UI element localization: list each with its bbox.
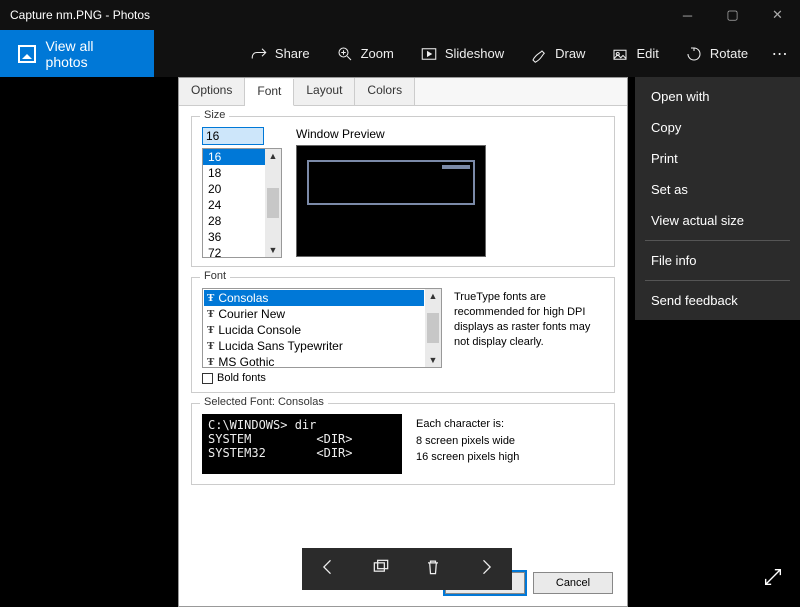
menu-file-info[interactable]: File info [635,245,800,276]
list-item[interactable]: ŦConsolas [204,290,424,306]
draw-icon [530,45,548,63]
tab-font[interactable]: Font [245,79,294,106]
zoom-button[interactable]: Zoom [323,30,407,77]
size-group: Size 16 18 20 24 28 36 72 ▲ [191,116,615,267]
menu-send-feedback[interactable]: Send feedback [635,285,800,316]
title-text: Capture nm.PNG - Photos [10,8,665,22]
size-input[interactable] [202,127,264,145]
truetype-icon: Ŧ [207,292,214,304]
slideshow-button[interactable]: Slideshow [407,30,517,77]
edit-button[interactable]: Edit [598,30,671,77]
rotate-icon [685,45,703,63]
list-item[interactable]: 18 [203,165,265,181]
edit-icon [611,45,629,63]
selected-font-label: Selected Font: Consolas [200,396,328,408]
font-info-text: TrueType fonts are recommended for high … [454,288,604,384]
list-item[interactable]: 24 [203,197,265,213]
font-listbox[interactable]: ŦConsolas ŦCourier New ŦLucida Console Ŧ… [202,288,442,368]
terminal-preview: C:\WINDOWS> dir SYSTEM <DIR> SYSTEM32 <D… [202,414,402,474]
draw-button[interactable]: Draw [517,30,598,77]
truetype-icon: Ŧ [207,356,214,368]
share-button[interactable]: Share [237,30,323,77]
close-button[interactable]: ✕ [755,0,800,30]
bold-fonts-checkbox[interactable]: Bold fonts [202,372,442,384]
photos-icon [18,45,36,63]
tab-layout[interactable]: Layout [294,78,355,105]
more-button[interactable]: ⋯ [761,30,800,77]
selected-font-group: Selected Font: Consolas C:\WINDOWS> dir … [191,403,615,485]
delete-button[interactable] [423,557,443,582]
truetype-icon: Ŧ [207,308,214,320]
list-item[interactable]: 28 [203,213,265,229]
truetype-icon: Ŧ [207,340,214,352]
context-menu: Open with Copy Print Set as View actual … [635,77,800,320]
tab-strip: Options Font Layout Colors [179,78,627,106]
scroll-down-icon[interactable]: ▼ [269,245,278,255]
font-group: Font ŦConsolas ŦCourier New ŦLucida Cons… [191,277,615,393]
size-label: Size [200,109,229,121]
fullscreen-button[interactable] [762,566,784,593]
list-item[interactable]: 16 [203,149,265,165]
scrollbar[interactable]: ▲ ▼ [265,149,281,257]
app-toolbar: View all photos Share Zoom Slideshow Dra… [0,30,800,77]
share-icon [250,45,268,63]
scroll-thumb[interactable] [267,188,279,218]
menu-set-as[interactable]: Set as [635,174,800,205]
window-preview [296,145,486,257]
collection-button[interactable] [371,557,391,582]
title-bar: Capture nm.PNG - Photos ─ ▢ ✕ [0,0,800,30]
prev-button[interactable] [318,557,338,582]
scroll-down-icon[interactable]: ▼ [429,355,438,365]
scrollbar[interactable]: ▲ ▼ [425,289,441,367]
view-all-photos-button[interactable]: View all photos [0,30,154,77]
minimize-button[interactable]: ─ [665,0,710,30]
menu-open-with[interactable]: Open with [635,81,800,112]
properties-dialog: Options Font Layout Colors Size 16 18 20… [178,77,628,607]
view-all-label: View all photos [46,38,137,70]
list-item[interactable]: ŦLucida Sans Typewriter [204,338,424,354]
menu-print[interactable]: Print [635,143,800,174]
tab-options[interactable]: Options [179,78,245,105]
list-item[interactable]: 36 [203,229,265,245]
scroll-thumb[interactable] [427,313,439,343]
menu-separator [645,240,790,241]
list-item[interactable]: ŦLucida Console [204,322,424,338]
list-item[interactable]: 72 [203,245,265,258]
tab-colors[interactable]: Colors [355,78,415,105]
rotate-button[interactable]: Rotate [672,30,761,77]
list-item[interactable]: 20 [203,181,265,197]
checkbox-icon [202,373,213,384]
character-info: Each character is: 8 screen pixels wide … [416,414,519,474]
menu-copy[interactable]: Copy [635,112,800,143]
next-button[interactable] [476,557,496,582]
size-listbox[interactable]: 16 18 20 24 28 36 72 ▲ ▼ [202,148,282,258]
truetype-icon: Ŧ [207,324,214,336]
scroll-up-icon[interactable]: ▲ [269,151,278,161]
list-item[interactable]: ŦMS Gothic [204,354,424,370]
zoom-icon [336,45,354,63]
cancel-button[interactable]: Cancel [533,572,613,594]
scroll-up-icon[interactable]: ▲ [429,291,438,301]
menu-view-actual-size[interactable]: View actual size [635,205,800,236]
photo-nav-bar [302,548,512,590]
menu-separator [645,280,790,281]
preview-label: Window Preview [296,127,604,141]
preview-window-icon [307,160,475,205]
slideshow-icon [420,45,438,63]
maximize-button[interactable]: ▢ [710,0,755,30]
font-label: Font [200,270,230,282]
list-item[interactable]: ŦCourier New [204,306,424,322]
